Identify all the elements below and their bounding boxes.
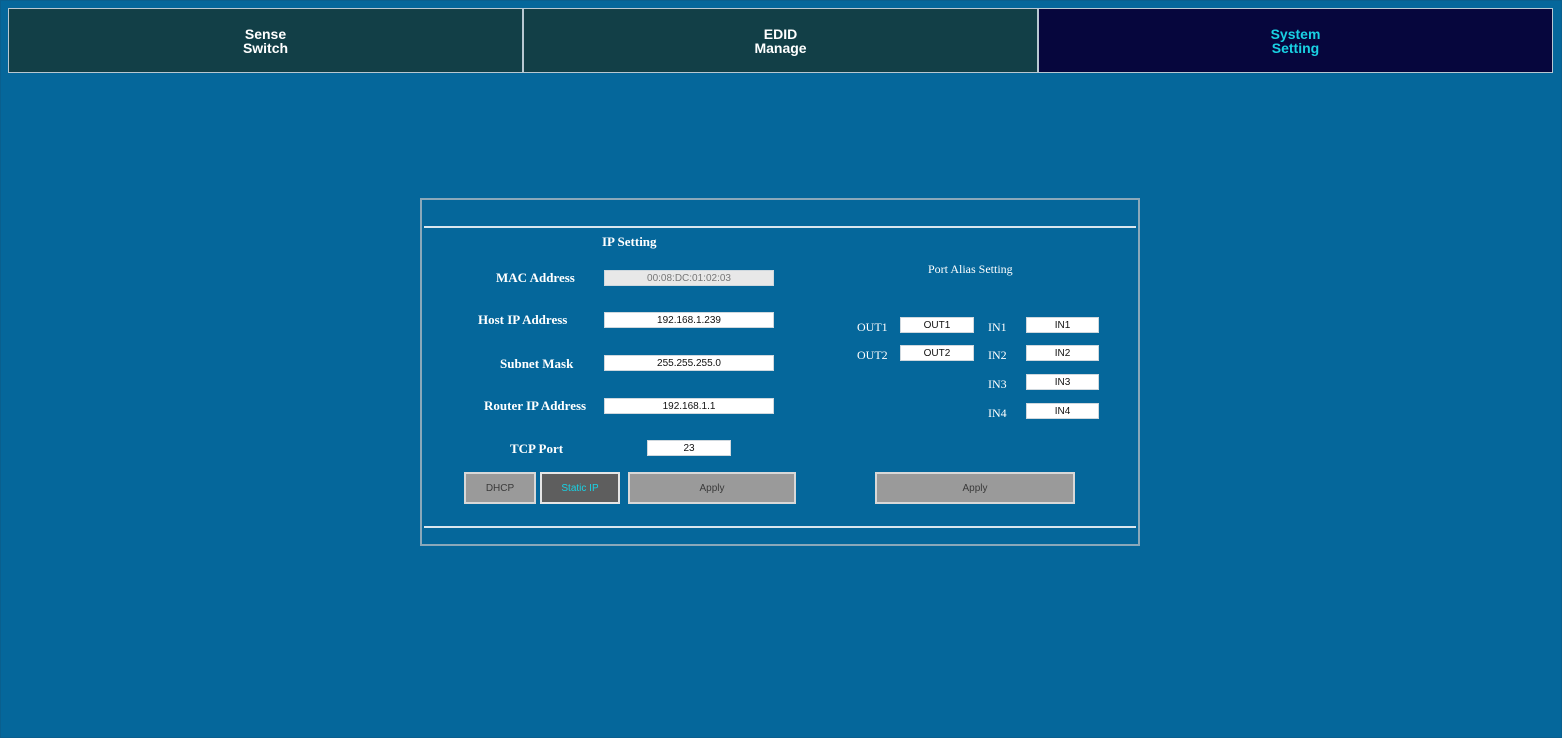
in1-label: IN1 [988, 320, 1007, 334]
host-ip-label: Host IP Address [478, 312, 568, 327]
settings-panel: IP Setting MAC Address Host IP Address S… [420, 198, 1140, 546]
tcp-port-label: TCP Port [510, 441, 564, 456]
in2-label: IN2 [988, 348, 1007, 362]
tab-system-setting-label: System Setting [1270, 25, 1321, 56]
mac-address-field [604, 270, 774, 286]
static-ip-button[interactable]: Static IP [540, 472, 620, 504]
in2-alias-field[interactable] [1026, 345, 1099, 361]
in3-label: IN3 [988, 377, 1007, 391]
subnet-mask-label: Subnet Mask [500, 356, 574, 371]
out1-alias-field[interactable] [900, 317, 974, 333]
in4-label: IN4 [988, 406, 1007, 420]
tab-sense-switch[interactable]: Sense Switch [9, 9, 524, 72]
in4-alias-field[interactable] [1026, 403, 1099, 419]
subnet-mask-field[interactable] [604, 355, 774, 371]
ip-apply-button[interactable]: Apply [628, 472, 796, 504]
tab-system-setting[interactable]: System Setting [1039, 9, 1552, 72]
router-ip-label: Router IP Address [484, 398, 587, 413]
out2-alias-field[interactable] [900, 345, 974, 361]
router-ip-field[interactable] [604, 398, 774, 414]
ip-setting-title: IP Setting [602, 234, 657, 249]
tab-edid-manage-label: EDID Manage [754, 25, 807, 56]
tab-edid-manage[interactable]: EDID Manage [524, 9, 1039, 72]
mac-address-label: MAC Address [496, 270, 575, 285]
port-alias-title: Port Alias Setting [928, 262, 1013, 276]
host-ip-field[interactable] [604, 312, 774, 328]
tab-sense-switch-label: Sense Switch [242, 25, 289, 56]
tab-bar: Sense Switch EDID Manage System Setting [8, 8, 1553, 73]
port-alias-apply-button[interactable]: Apply [875, 472, 1075, 504]
in3-alias-field[interactable] [1026, 374, 1099, 390]
dhcp-button[interactable]: DHCP [464, 472, 536, 504]
out2-label: OUT2 [857, 348, 888, 362]
out1-label: OUT1 [857, 320, 888, 334]
panel-divider-top [424, 226, 1136, 228]
in1-alias-field[interactable] [1026, 317, 1099, 333]
tcp-port-field[interactable] [647, 440, 731, 456]
panel-divider-bottom [424, 526, 1136, 528]
